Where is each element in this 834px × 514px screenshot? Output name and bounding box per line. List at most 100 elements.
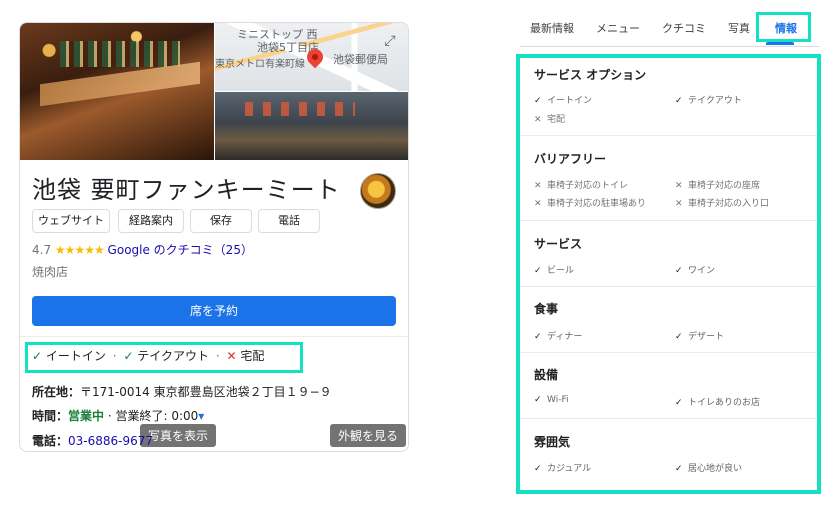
attribute-item: ✓ ワイン [675, 263, 715, 276]
attributes-panel: サービス オプション ✓ イートイン ✓ テイクアウト ✕ 宅配 バリアフリー ✕ 車椅… [516, 54, 821, 494]
hours-label: 時間： [32, 409, 69, 423]
check-icon: ✓ [534, 96, 542, 106]
cross-icon: ✕ [675, 181, 683, 191]
category: 焼肉店 [32, 265, 69, 279]
cross-icon: ✕ [534, 181, 542, 191]
photo-detail [40, 61, 200, 107]
check-icon: ✓ [675, 266, 683, 276]
check-icon: ✓ [675, 332, 683, 342]
divider [20, 336, 408, 337]
attribute-item: ✓ トイレありのお店 [675, 395, 760, 408]
divider [520, 46, 820, 47]
photo-detail [60, 41, 180, 67]
save-button[interactable]: 保存 [190, 209, 252, 233]
section-service-options: サービス オプション ✓ イートイン ✓ テイクアウト ✕ 宅配 [520, 58, 817, 136]
check-icon: ✓ [534, 464, 542, 474]
check-icon: ✓ [675, 96, 683, 106]
website-button[interactable]: ウェブサイト [32, 209, 110, 233]
attribute-item: ✓ Wi-Fi [534, 395, 568, 405]
attribute-label: テイクアウト [688, 96, 742, 106]
rating-row: 4.7 ★★★★★ Google のクチコミ（25） [32, 241, 253, 258]
attribute-label: 車椅子対応の入り口 [688, 199, 770, 209]
star-rating-icon: ★★★★★ [54, 243, 105, 257]
attribute-label: 居心地が良い [688, 464, 743, 474]
exterior-photo[interactable] [215, 92, 408, 160]
section-amenities: 設備 ✓ Wi-Fi ✓ トイレありのお店 [520, 353, 817, 419]
attribute-label: 車椅子対応の駐車場あり [547, 199, 647, 209]
highlight-box [25, 342, 303, 373]
attribute-label: ディナー [547, 332, 583, 342]
open-status: 営業中 [68, 409, 105, 423]
attribute-item: ✕ 車椅子対応の駐車場あり [534, 196, 646, 209]
place-card: ミニストップ 西 池袋5丁目店 東京メトロ有楽町線 池袋郵便局 ⤢ 写真を表示 … [19, 22, 409, 452]
attribute-item: ✕ 車椅子対応の座席 [675, 178, 760, 191]
phone-label: 電話： [32, 434, 69, 448]
highlight-box [756, 12, 811, 42]
map-label: 東京メトロ有楽町線 [215, 59, 305, 70]
attribute-item: ✓ 居心地が良い [675, 461, 742, 474]
attribute-item: ✓ ディナー [534, 329, 582, 342]
expand-map-icon[interactable]: ⤢ [380, 31, 400, 51]
view-exterior-label[interactable]: 外観を見る [330, 424, 407, 447]
attribute-item: ✓ イートイン [534, 93, 592, 106]
attribute-label: ワイン [688, 266, 716, 276]
attribute-label: イートイン [547, 96, 593, 106]
cross-icon: ✕ [534, 199, 542, 209]
tab-reviews[interactable]: クチコミ [662, 14, 706, 44]
check-icon: ✓ [534, 332, 542, 342]
attribute-item: ✓ ビール [534, 263, 574, 276]
attribute-item: ✕ 車椅子対応のトイレ [534, 178, 628, 191]
attribute-item: ✓ デザート [675, 329, 724, 342]
section-title: サービス [534, 237, 583, 251]
attribute-item: ✓ カジュアル [534, 461, 591, 474]
restaurant-interior-photo[interactable] [20, 23, 214, 160]
cross-icon: ✕ [675, 199, 683, 209]
section-title: バリアフリー [534, 152, 607, 166]
rating-value: 4.7 [32, 243, 52, 257]
section-atmosphere: 雰囲気 ✓ カジュアル ✓ 居心地が良い [520, 419, 817, 490]
place-title: 池袋 要町ファンキーミート [32, 176, 341, 204]
attribute-label: Wi-Fi [547, 395, 569, 405]
section-dining: 食事 ✓ ディナー ✓ デザート [520, 287, 817, 353]
closing-time: · 営業終了: 0:00 [107, 409, 199, 423]
directions-button[interactable]: 経路案内 [118, 209, 184, 233]
section-title: サービス オプション [534, 68, 647, 82]
attribute-label: 宅配 [547, 115, 566, 125]
tab-photos[interactable]: 写真 [728, 14, 750, 44]
restaurant-logo [360, 173, 396, 209]
attribute-label: トイレありのお店 [688, 398, 761, 408]
tab-menu[interactable]: メニュー [596, 14, 640, 44]
check-icon: ✓ [675, 464, 683, 474]
phone-link[interactable]: 03-6886-9677 [68, 434, 153, 448]
attribute-label: カジュアル [547, 464, 592, 474]
attribute-label: デザート [688, 332, 725, 342]
reviews-link[interactable]: Google のクチコミ（25） [108, 243, 253, 257]
address-value: 〒171-0014 東京都豊島区池袋２丁目１９−９ [80, 385, 332, 399]
attribute-item: ✕ 車椅子対応の入り口 [675, 196, 769, 209]
section-title: 食事 [534, 302, 559, 316]
check-icon: ✓ [675, 398, 683, 408]
tab-latest[interactable]: 最新情報 [530, 14, 574, 44]
map-label: 池袋郵便局 [333, 53, 388, 66]
section-services: サービス ✓ ビール ✓ ワイン [520, 221, 817, 287]
section-title: 設備 [534, 368, 559, 382]
attribute-label: 車椅子対応の座席 [688, 181, 761, 191]
call-button[interactable]: 電話 [258, 209, 320, 233]
hours-row[interactable]: 時間：営業中 · 営業終了: 0:00▾ [32, 407, 204, 424]
reserve-table-button[interactable]: 席を予約 [32, 296, 396, 326]
chevron-down-icon[interactable]: ▾ [198, 409, 204, 423]
active-tab-indicator [766, 42, 794, 45]
attribute-item: ✓ テイクアウト [675, 93, 742, 106]
check-icon: ✓ [534, 395, 542, 405]
photo-detail [245, 102, 355, 116]
section-title: 雰囲気 [534, 435, 571, 449]
attribute-label: 車椅子対応のトイレ [547, 181, 629, 191]
attribute-item: ✕ 宅配 [534, 112, 565, 125]
section-accessibility: バリアフリー ✕ 車椅子対応のトイレ ✕ 車椅子対応の座席 ✕ 車椅子対応の駐車場あり… [520, 136, 817, 221]
phone-row: 電話：03-6886-9677 [32, 432, 153, 449]
address-label: 所在地： [32, 385, 81, 399]
address-row: 所在地：〒171-0014 東京都豊島区池袋２丁目１９−９ [32, 383, 332, 400]
attribute-label: ビール [547, 266, 575, 276]
cross-icon: ✕ [534, 115, 542, 125]
check-icon: ✓ [534, 266, 542, 276]
